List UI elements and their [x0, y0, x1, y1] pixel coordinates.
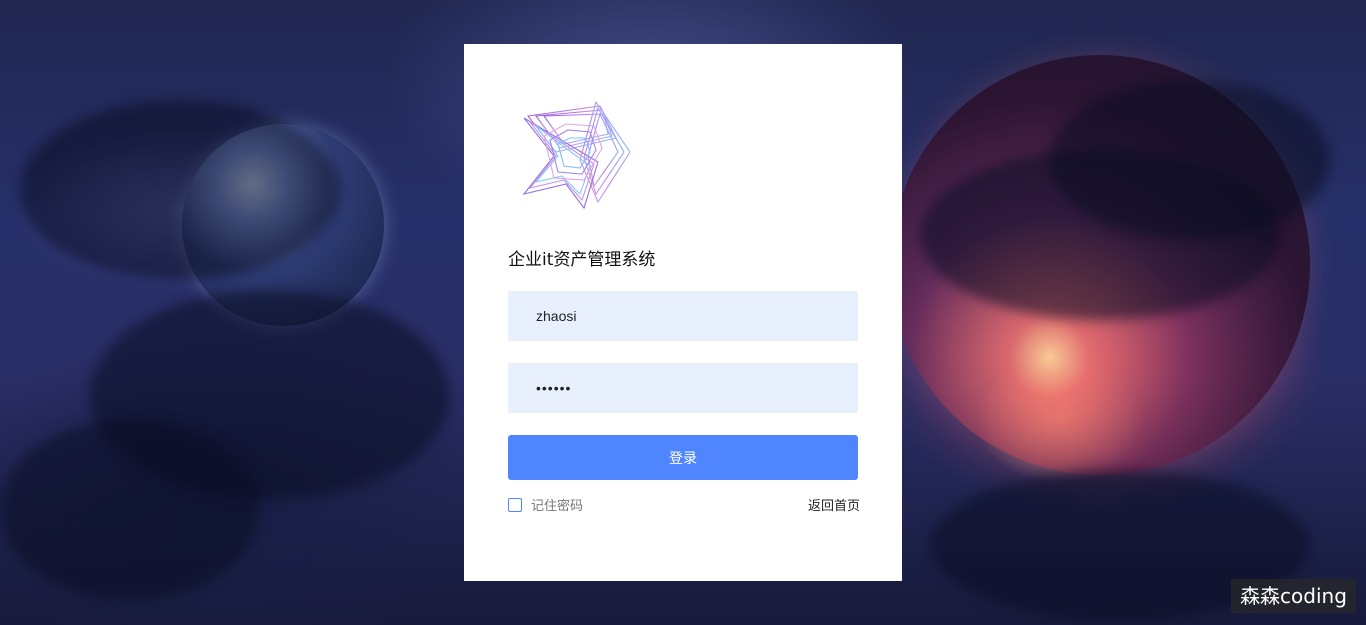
back-home-link[interactable]: 返回首页 [808, 495, 860, 514]
page-title: 企业it资产管理系统 [508, 250, 656, 270]
remember-checkbox[interactable] [508, 497, 522, 512]
star-logo-icon [510, 98, 636, 214]
login-button[interactable]: 登录 [508, 435, 858, 480]
username-field[interactable] [508, 291, 858, 341]
cloud-shape [1050, 80, 1330, 240]
password-field[interactable] [508, 363, 858, 413]
cloud-shape [0, 420, 260, 600]
remember-label: 记住密码 [531, 499, 584, 514]
cloud-shape [20, 100, 340, 280]
remember-password-option[interactable]: 记住密码 [508, 495, 583, 514]
watermark-label: 森森coding [1231, 579, 1356, 613]
